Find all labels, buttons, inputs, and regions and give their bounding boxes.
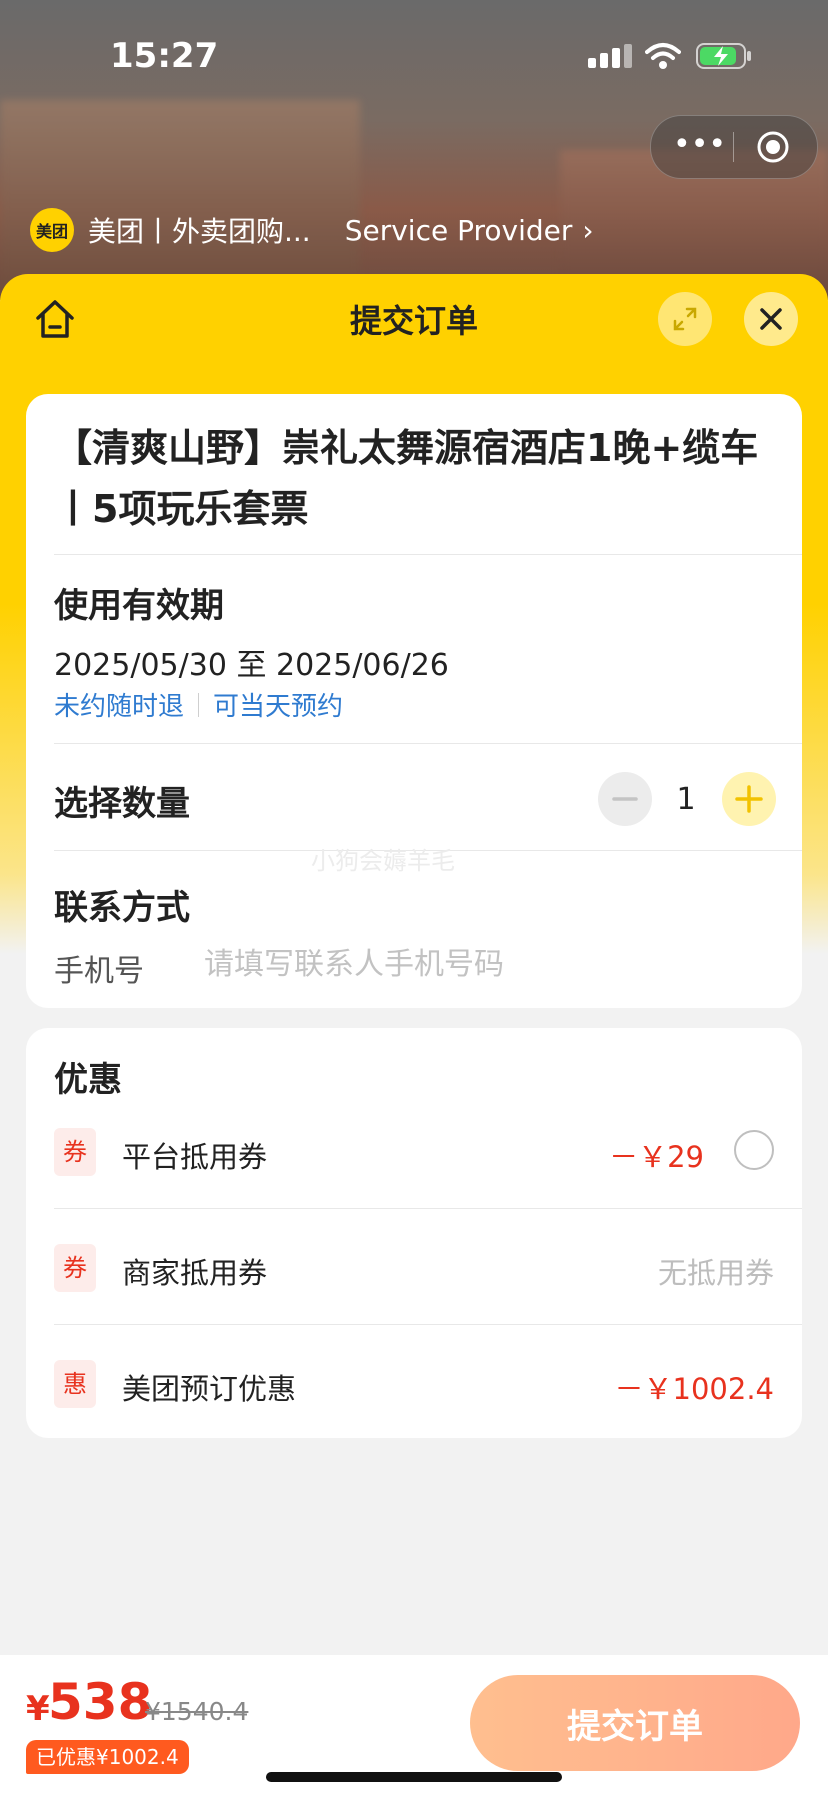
- coupon-select-radio[interactable]: [734, 1130, 774, 1170]
- quantity-value: 1: [676, 782, 696, 817]
- order-info-card: 【清爽山野】崇礼太舞源宿酒店1晚+缆车丨5项玩乐套票 使用有效期 2025/05…: [26, 394, 802, 1008]
- divider: [54, 554, 802, 555]
- capsule-divider: [733, 132, 734, 162]
- expand-button[interactable]: [658, 292, 712, 346]
- status-time: 15:27: [110, 36, 219, 76]
- contact-label: 联系方式: [54, 888, 190, 928]
- original-price: ¥1540.4: [145, 1697, 249, 1726]
- validity-dates: 2025/05/30 至 2025/06/26: [54, 648, 449, 683]
- service-provider-link[interactable]: Service Provider: [345, 214, 573, 247]
- discount-name: 平台抵用券: [122, 1140, 268, 1174]
- discount-title: 优惠: [54, 1060, 122, 1100]
- tag-divider: [198, 692, 200, 717]
- plus-icon: [735, 785, 763, 813]
- refund-policy-tag: 未约随时退: [54, 692, 185, 722]
- background-building: [0, 100, 360, 300]
- phone-label: 手机号: [54, 954, 144, 989]
- quantity-label: 选择数量: [54, 784, 190, 824]
- miniprogram-capsule: •••: [650, 115, 818, 179]
- divider: [54, 1324, 802, 1325]
- divider: [54, 743, 802, 744]
- divider: [54, 1208, 802, 1209]
- discount-name: 美团预订优惠: [122, 1372, 297, 1406]
- sheet-header: 提交订单: [0, 274, 828, 364]
- quantity-increase-button[interactable]: [722, 772, 776, 826]
- coupon-badge: 券: [54, 1128, 96, 1176]
- policy-tags: 未约随时退 可当天预约: [54, 686, 343, 723]
- close-icon: [760, 308, 782, 330]
- close-miniprogram-icon[interactable]: [756, 130, 790, 164]
- more-options-button[interactable]: •••: [673, 130, 726, 163]
- status-bar: 15:27: [0, 0, 828, 110]
- cellular-signal-icon: [588, 44, 632, 68]
- saved-amount-badge: 已优惠¥1002.4: [26, 1740, 189, 1774]
- quantity-decrease-button[interactable]: [598, 772, 652, 826]
- phone-input[interactable]: [204, 942, 764, 986]
- same-day-booking-tag: 可当天预约: [213, 692, 344, 722]
- miniprogram-name: 美团丨外卖团购...: [88, 215, 311, 248]
- coupon-badge: 券: [54, 1244, 96, 1292]
- wifi-icon: [645, 43, 681, 69]
- minus-icon: [612, 797, 638, 801]
- submit-order-button[interactable]: 提交订单: [470, 1675, 800, 1771]
- close-button[interactable]: [744, 292, 798, 346]
- watermark: 小狗会薅羊毛: [311, 847, 455, 875]
- validity-label: 使用有效期: [54, 586, 224, 626]
- discount-row-platform-coupon[interactable]: 券 平台抵用券 －￥29: [26, 1122, 802, 1182]
- home-indicator: [266, 1772, 562, 1782]
- total-price: 538: [48, 1673, 153, 1731]
- expand-icon: [673, 307, 697, 331]
- discount-name: 商家抵用券: [122, 1256, 268, 1290]
- discount-card: 优惠 券 平台抵用券 －￥29 券 商家抵用券 无抵用券 惠 美团预订优惠 －￥…: [26, 1028, 802, 1438]
- discount-badge: 惠: [54, 1360, 96, 1408]
- chevron-right-icon: ›: [582, 213, 594, 247]
- discount-row-booking-discount: 惠 美团预订优惠 －￥1002.4: [26, 1354, 802, 1414]
- discount-value: 无抵用券: [657, 1256, 774, 1290]
- battery-charging-icon: [696, 43, 751, 69]
- discount-row-merchant-coupon[interactable]: 券 商家抵用券 无抵用券: [26, 1238, 802, 1298]
- miniprogram-info-bar[interactable]: 美团 美团丨外卖团购... Service Provider ›: [30, 205, 594, 255]
- currency-symbol: ¥: [26, 1689, 50, 1729]
- discount-value: －￥29: [609, 1140, 704, 1174]
- meituan-logo: 美团: [30, 208, 74, 252]
- discount-value: －￥1002.4: [614, 1372, 774, 1406]
- product-title: 【清爽山野】崇礼太舞源宿酒店1晚+缆车丨5项玩乐套票: [54, 426, 759, 531]
